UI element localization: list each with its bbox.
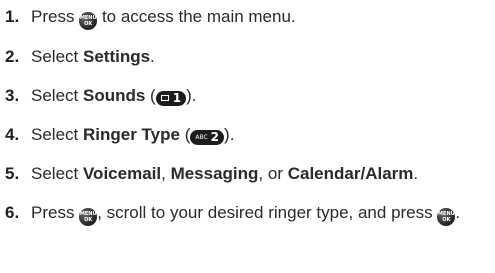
step-number: 2.	[5, 47, 20, 66]
instruction-list: 1. Press MENU OK to access the main menu.…	[0, 0, 495, 273]
step-3: 3. Select Sounds (1).	[5, 84, 495, 108]
step-number: 1.	[5, 7, 20, 26]
step-text: , scroll to your desired ringer type, an…	[97, 203, 433, 222]
step-text: Select	[31, 125, 83, 144]
menu-ok-button-icon: MENU OK	[79, 208, 98, 226]
menu-option-settings: Settings	[82, 47, 151, 66]
menu-option-sounds: Sounds	[82, 86, 146, 105]
option-calendar-alarm: Calendar/Alarm	[287, 164, 414, 183]
step-4: 4. Select Ringer Type (ABC 2).	[5, 123, 495, 147]
keypad-1-key-icon: 1	[155, 91, 187, 106]
option-messaging: Messaging	[170, 164, 259, 183]
step-text: Select	[31, 86, 83, 105]
menu-ok-button-icon: MENU OK	[79, 12, 98, 30]
step-1: 1. Press MENU OK to access the main menu.	[5, 5, 495, 30]
step-6: 6. Press MENU OK, scroll to your desired …	[5, 201, 491, 226]
keypad-2-key-icon: ABC 2	[190, 130, 225, 145]
step-text: to access the main menu.	[101, 7, 296, 26]
step-number: 6.	[5, 203, 20, 222]
step-5: 5. Select Voicemail, Messaging, or Calend…	[5, 162, 495, 186]
option-voicemail: Voicemail	[82, 164, 162, 183]
envelope-icon	[160, 95, 169, 101]
step-text: Select	[31, 164, 83, 183]
step-number: 4.	[5, 125, 20, 144]
menu-ok-button-icon: MENU OK	[437, 208, 456, 226]
step-text: Select	[31, 47, 83, 66]
step-text: Press	[31, 203, 75, 222]
menu-option-ringer-type: Ringer Type	[82, 125, 180, 144]
step-number: 3.	[5, 86, 20, 105]
step-number: 5.	[5, 164, 20, 183]
step-text: Press	[31, 7, 75, 26]
step-2: 2. Select Settings.	[5, 45, 495, 69]
